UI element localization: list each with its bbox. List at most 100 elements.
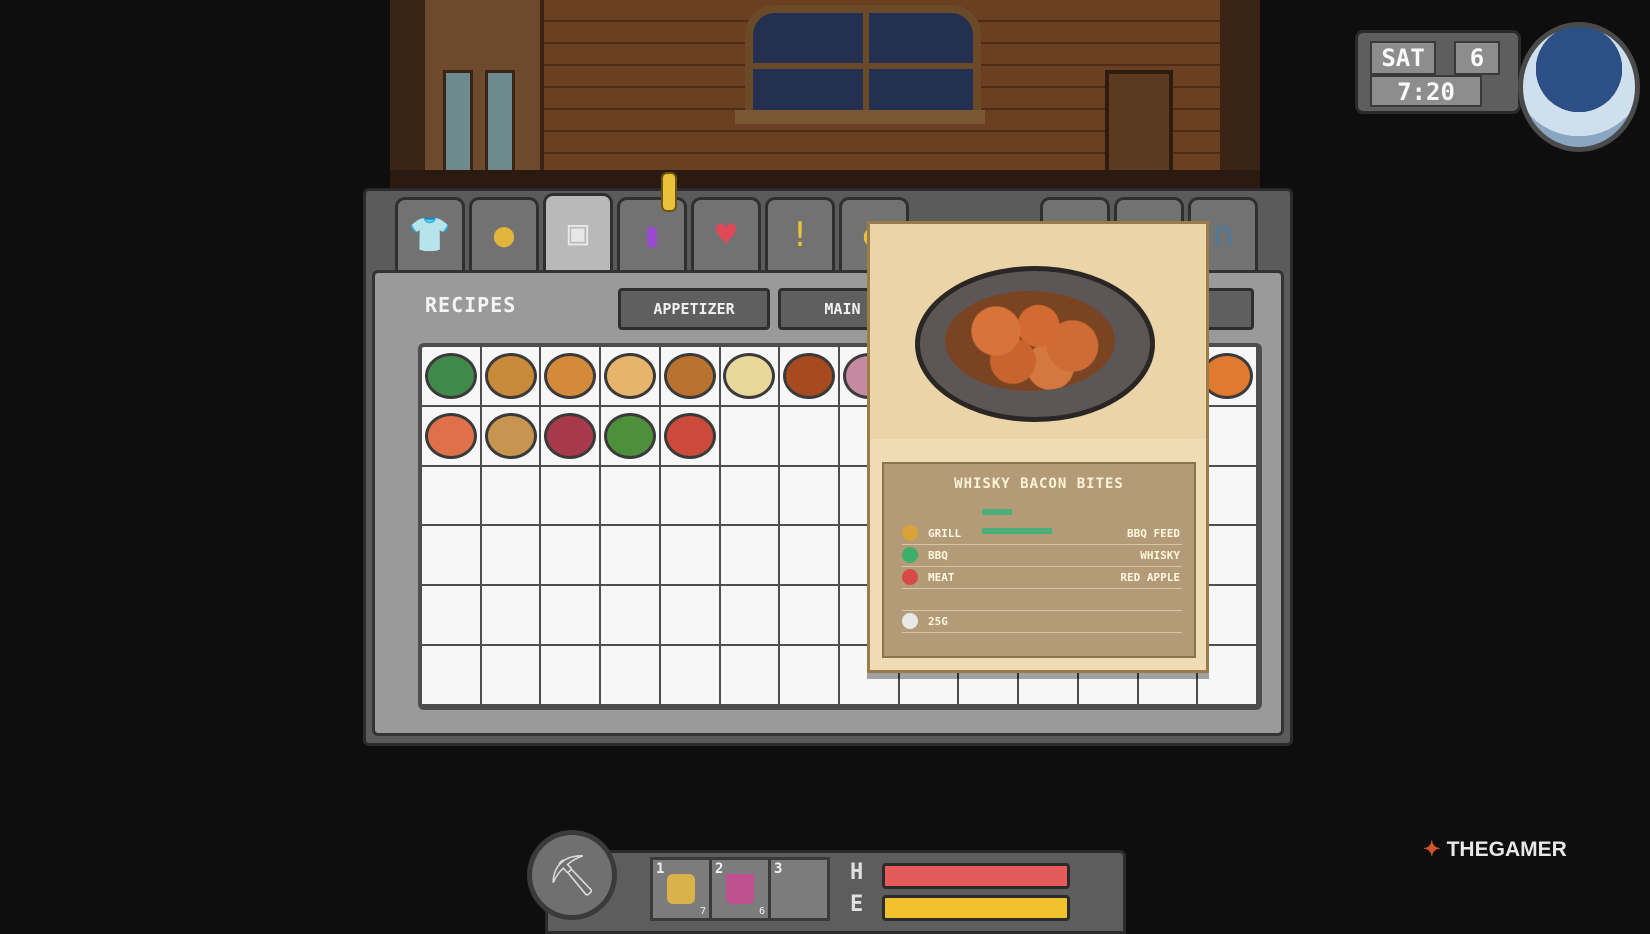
recipe-slot[interactable] xyxy=(660,347,721,407)
pudding-icon xyxy=(484,352,537,399)
tab-relationships[interactable]: ♥ xyxy=(691,197,761,270)
tab-quests[interactable]: ! xyxy=(765,197,835,270)
recipe-slot[interactable] xyxy=(422,347,482,407)
recipe-slot[interactable] xyxy=(660,466,721,527)
greens-salad-icon xyxy=(424,352,477,399)
hud-clock: SAT 6 7:20 xyxy=(1355,30,1521,114)
recipe-scroll-icon: ▣ xyxy=(567,213,589,253)
recipe-slot[interactable] xyxy=(780,347,840,407)
mug-icon xyxy=(726,874,754,904)
recipe-row-1: GRILL BBQ FEED xyxy=(902,524,1182,545)
hotbar-slot-2[interactable]: 2 6 xyxy=(709,857,771,921)
recipe-slot[interactable] xyxy=(541,586,602,647)
sushi-roll-icon xyxy=(723,352,776,399)
health-bar xyxy=(882,863,1070,889)
day-display: SAT xyxy=(1370,41,1436,75)
recipe-slot[interactable] xyxy=(541,347,602,407)
recipe-slot[interactable] xyxy=(481,466,542,527)
recipe-slot[interactable] xyxy=(601,347,661,407)
tab-money[interactable]: ● xyxy=(469,197,539,270)
alert-icon: ! xyxy=(789,215,811,255)
recipe-info: WHISKY BACON BITES GRILL BBQ FEED BBQ WH… xyxy=(882,462,1196,658)
recipe-slot[interactable] xyxy=(720,526,781,587)
recipe-slot[interactable] xyxy=(660,406,721,467)
row-value: BBQ FEED xyxy=(1127,527,1180,540)
watermark-text: THEGAMER xyxy=(1446,838,1567,861)
slot-quantity: 6 xyxy=(758,906,765,917)
recipe-slot[interactable] xyxy=(422,466,482,527)
coin-icon xyxy=(902,613,918,629)
recipe-slot[interactable] xyxy=(720,466,781,527)
weather-globe-icon xyxy=(1518,22,1640,152)
recipe-slot[interactable] xyxy=(541,526,602,587)
recipe-slot[interactable] xyxy=(720,646,781,706)
berry-plate-icon xyxy=(544,412,597,459)
dish-rating-bar xyxy=(982,500,1092,534)
room-background xyxy=(390,0,1260,195)
grill-icon xyxy=(902,525,918,541)
recipe-slot[interactable] xyxy=(780,646,840,706)
dumpling-icon xyxy=(603,352,656,399)
recipe-slot[interactable] xyxy=(422,586,482,647)
energy-bar xyxy=(882,895,1070,921)
recipe-row-4 xyxy=(902,590,1182,611)
category-tab-appetizer[interactable]: APPETIZER xyxy=(618,288,770,330)
row-key: MEAT xyxy=(928,571,955,584)
hotbar-slot-1[interactable]: 1 7 xyxy=(650,857,712,921)
recipe-slot[interactable] xyxy=(780,526,840,587)
recipe-slot[interactable] xyxy=(780,466,840,527)
row-key: BBQ xyxy=(928,549,948,562)
recipe-slot[interactable] xyxy=(780,586,840,647)
recipe-row-price: 25G xyxy=(902,612,1182,633)
recipe-slot[interactable] xyxy=(601,586,661,647)
pickaxe-icon[interactable]: ⛏ xyxy=(527,830,617,920)
thegamer-logo-icon: ✦ xyxy=(1423,838,1441,861)
recipe-row-2: BBQ WHISKY xyxy=(902,546,1182,567)
recipe-slot[interactable] xyxy=(660,586,721,647)
coin-icon: ● xyxy=(493,215,515,255)
slot-quantity: 7 xyxy=(699,906,706,917)
recipe-slot[interactable] xyxy=(601,466,661,527)
recipe-slot[interactable] xyxy=(481,526,542,587)
recipe-slot[interactable] xyxy=(541,406,602,467)
recipe-slot[interactable] xyxy=(660,526,721,587)
wardrobe xyxy=(425,0,544,195)
time-display: 7:20 xyxy=(1370,75,1482,107)
recipe-row-3: MEAT RED APPLE xyxy=(902,568,1182,589)
recipe-slot[interactable] xyxy=(481,646,542,706)
tab-recipes[interactable]: ▣ xyxy=(543,193,613,270)
recipe-slot[interactable] xyxy=(720,586,781,647)
recipe-slot[interactable] xyxy=(720,406,781,467)
tab-clothing[interactable]: 👕 xyxy=(395,197,465,270)
recipe-slot[interactable] xyxy=(481,347,542,407)
dish-illustration xyxy=(870,224,1206,439)
recipe-slot[interactable] xyxy=(481,586,542,647)
shrimp-cocktail-icon xyxy=(424,412,477,459)
door-icon: ∩ xyxy=(1212,215,1234,255)
recipe-slot[interactable] xyxy=(720,347,781,407)
recipe-slot[interactable] xyxy=(541,646,602,706)
recipe-slot[interactable] xyxy=(422,526,482,587)
row-value: RED APPLE xyxy=(1120,571,1180,584)
slot-number: 3 xyxy=(774,861,783,877)
dish-name: WHISKY BACON BITES xyxy=(954,476,1124,492)
meat-icon xyxy=(902,569,918,585)
recipe-slot[interactable] xyxy=(601,406,661,467)
date-display: 6 xyxy=(1454,41,1500,75)
recipe-slot[interactable] xyxy=(660,646,721,706)
recipe-slot[interactable] xyxy=(481,406,542,467)
meatball-plate-icon xyxy=(663,412,716,459)
bacon-bites-pan-icon xyxy=(915,266,1155,422)
hotbar-slot-3[interactable]: 3 xyxy=(768,857,830,921)
toast-icon xyxy=(663,352,716,399)
recipe-slot[interactable] xyxy=(422,406,482,467)
energy-label: E xyxy=(850,892,864,917)
recipe-slot[interactable] xyxy=(601,646,661,706)
recipe-detail-card: WHISKY BACON BITES GRILL BBQ FEED BBQ WH… xyxy=(867,221,1209,673)
whisky-bacon-bites-icon xyxy=(783,352,836,399)
recipe-slot[interactable] xyxy=(780,406,840,467)
recipe-slot[interactable] xyxy=(601,526,661,587)
recipe-slot[interactable] xyxy=(541,466,602,527)
recipe-slot[interactable] xyxy=(422,646,482,706)
heart-icon: ♥ xyxy=(715,215,737,255)
